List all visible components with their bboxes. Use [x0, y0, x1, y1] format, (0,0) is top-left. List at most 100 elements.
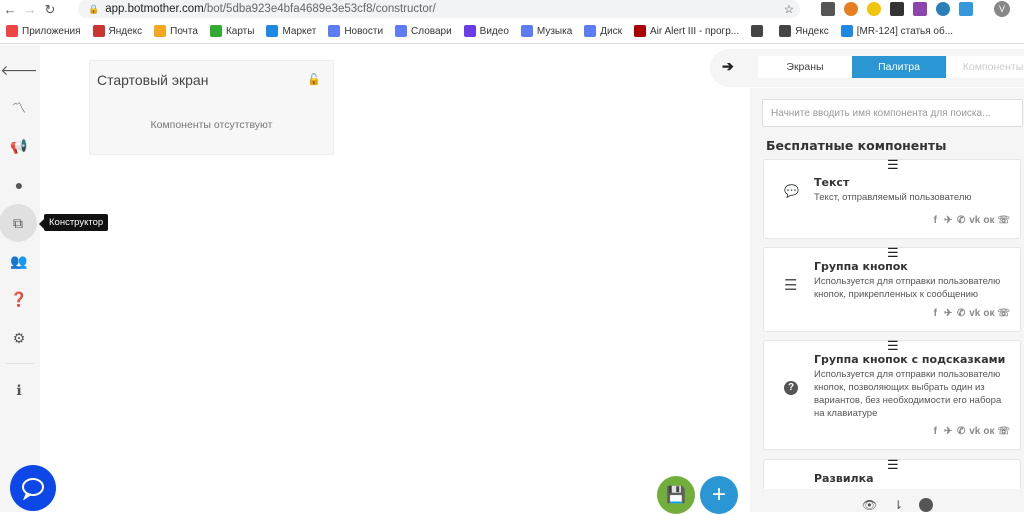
bookmark-item[interactable]: Диск — [584, 25, 622, 37]
component-search-input[interactable]: Начните вводить имя компонента для поиск… — [762, 99, 1023, 127]
extension-icon[interactable] — [867, 2, 881, 16]
help-icon[interactable]: ❓ — [0, 280, 38, 318]
platform-icons: f ✈ ✆ vk ок ☏ — [930, 215, 1010, 226]
drag-handle-icon[interactable]: ☰ — [887, 245, 899, 261]
drag-handle-icon[interactable]: ☰ — [887, 338, 899, 354]
tab-palette[interactable]: Палитра — [852, 56, 946, 78]
bookmark-icon — [779, 25, 792, 37]
bookmark-item[interactable]: Музыка — [520, 25, 572, 37]
users-icon[interactable]: 👥 — [0, 242, 38, 280]
viber-icon: ✆ — [957, 426, 966, 437]
facebook-icon: f — [933, 308, 937, 319]
bookmark-label: [MR-124] статья об... — [856, 25, 954, 37]
star-icon[interactable]: ☆ — [784, 2, 794, 16]
platform-icons: f ✈ ✆ vk ок ☏ — [930, 308, 1010, 319]
avatar[interactable]: V — [994, 1, 1010, 17]
save-button[interactable]: 💾 — [657, 476, 695, 514]
screen-card[interactable]: Стартовый экран 🔓 Компоненты отсутствуют — [89, 60, 334, 155]
browser-toolbar: ← → ↻ 🔒 app.botmother.com/bot/5dba923e4b… — [0, 0, 1024, 19]
reload-icon[interactable]: ↻ — [40, 2, 60, 18]
bookmark-icon — [92, 25, 105, 37]
bookmark-label: Видео — [479, 25, 509, 37]
divider — [6, 363, 34, 364]
component-description: Используется для отправки пользователю к… — [814, 276, 1001, 300]
tab-components[interactable]: Компоненты — [946, 56, 1024, 78]
section-title: Бесплатные компоненты — [766, 138, 947, 153]
eye-icon[interactable]: 👁 — [862, 498, 877, 512]
telegram-icon: ✈ — [944, 215, 953, 226]
url-path: /bot/5dba923e4bfa4689e3e53cf8/constructo… — [203, 3, 436, 15]
extension-icon[interactable] — [959, 2, 973, 16]
collapse-arrow-icon[interactable]: ➔ — [722, 58, 734, 75]
info-icon[interactable]: ℹ — [0, 371, 38, 409]
odnoklassniki-icon: ок — [983, 215, 995, 226]
component-card[interactable]: ☰ 💬 Текст Текст, отправляемый пользовате… — [763, 157, 1021, 239]
floppy-icon: 💾 — [666, 487, 686, 504]
viber-icon: ✆ — [957, 215, 966, 226]
chat-icon[interactable]: ● — [0, 166, 38, 204]
bookmark-item[interactable]: Словари — [395, 25, 452, 37]
bookmark-label: Словари — [411, 25, 452, 37]
back-icon[interactable]: ← — [0, 2, 20, 17]
address-bar[interactable]: 🔒 app.botmother.com/bot/5dba923e4bfa4689… — [78, 0, 800, 18]
extension-icon[interactable] — [936, 2, 950, 16]
sort-icon[interactable]: ⇂ — [893, 498, 903, 512]
megaphone-icon[interactable]: 📢 — [0, 127, 38, 165]
chat-bubble-icon: 💬 — [784, 184, 799, 198]
component-title: Развилка — [814, 472, 874, 485]
bookmark-icon — [520, 25, 533, 37]
bookmark-item[interactable]: Яндекс — [779, 25, 829, 37]
whatsapp-icon: ☏ — [997, 308, 1010, 319]
bookmark-label: Приложения — [22, 25, 81, 37]
bookmark-item[interactable]: Новости — [328, 25, 383, 37]
bookmark-label: Почта — [170, 25, 198, 37]
bookmark-item[interactable]: Air Alert III - прогр... — [634, 25, 739, 37]
extensions: V — [821, 1, 1010, 17]
bookmark-label: Карты — [225, 25, 255, 37]
panel-tabs: Экраны Палитра Компоненты — [758, 56, 1024, 78]
constructor-icon[interactable]: ⧉ — [0, 204, 37, 242]
bookmark-item[interactable]: Приложения — [6, 25, 81, 37]
component-card[interactable]: ☰ Развилка — [763, 457, 1021, 489]
bookmark-item[interactable]: [MR-124] статья об... — [840, 25, 954, 37]
bookmark-item[interactable]: Почта — [154, 25, 198, 37]
unlock-icon[interactable]: 🔓 — [307, 73, 321, 86]
viber-icon: ✆ — [957, 308, 966, 319]
bookmark-item[interactable]: Маркет — [266, 25, 316, 37]
bookmark-item[interactable]: Карты — [209, 25, 255, 37]
component-description: Используется для отправки пользователю к… — [814, 369, 1002, 419]
drag-handle-icon[interactable]: ☰ — [887, 157, 899, 173]
telegram-icon: ✈ — [944, 308, 953, 319]
extension-icon[interactable] — [913, 2, 927, 16]
telegram-icon: ✈ — [944, 426, 953, 437]
component-card[interactable]: ☰ ? Группа кнопок с подсказками Использу… — [763, 338, 1021, 450]
analytics-icon[interactable]: 〽 — [0, 89, 38, 127]
sidebar: 🡐 〽 📢 ● ⧉ 👥 ❓ ⚙ ℹ — [0, 45, 40, 512]
extension-icon[interactable] — [890, 2, 904, 16]
panel-footer-icons: 👁 ⇂ — [862, 498, 934, 512]
bookmark-icon — [6, 25, 18, 37]
bookmark-icon — [154, 25, 167, 37]
extension-icon[interactable] — [844, 2, 858, 16]
messenger-icon[interactable] — [919, 498, 934, 512]
bookmark-item[interactable]: Видео — [463, 25, 509, 37]
question-icon: ? — [784, 381, 798, 395]
component-card[interactable]: ☰ ☰ Группа кнопок Используется для отпра… — [763, 245, 1021, 332]
settings-icon[interactable]: ⚙ — [0, 319, 38, 357]
drag-handle-icon[interactable]: ☰ — [887, 457, 899, 473]
tab-screens[interactable]: Экраны — [758, 56, 852, 78]
bookmark-item[interactable] — [751, 25, 767, 37]
tooltip: Конструктор — [38, 214, 109, 231]
lock-icon: 🔒 — [88, 3, 100, 14]
forward-icon[interactable]: → — [20, 2, 40, 17]
bookmark-label: Новости — [344, 25, 384, 37]
bookmark-icon — [463, 25, 476, 37]
component-title: Группа кнопок с подсказками — [814, 353, 1006, 366]
back-arrow-icon[interactable]: 🡐 — [0, 51, 38, 89]
facebook-icon: f — [933, 426, 937, 437]
add-button[interactable]: + — [700, 476, 738, 514]
extension-icon[interactable] — [821, 2, 835, 16]
bookmark-icon — [584, 25, 597, 37]
bookmark-item[interactable]: Яндекс — [92, 25, 142, 37]
support-chat-button[interactable] — [10, 465, 56, 511]
